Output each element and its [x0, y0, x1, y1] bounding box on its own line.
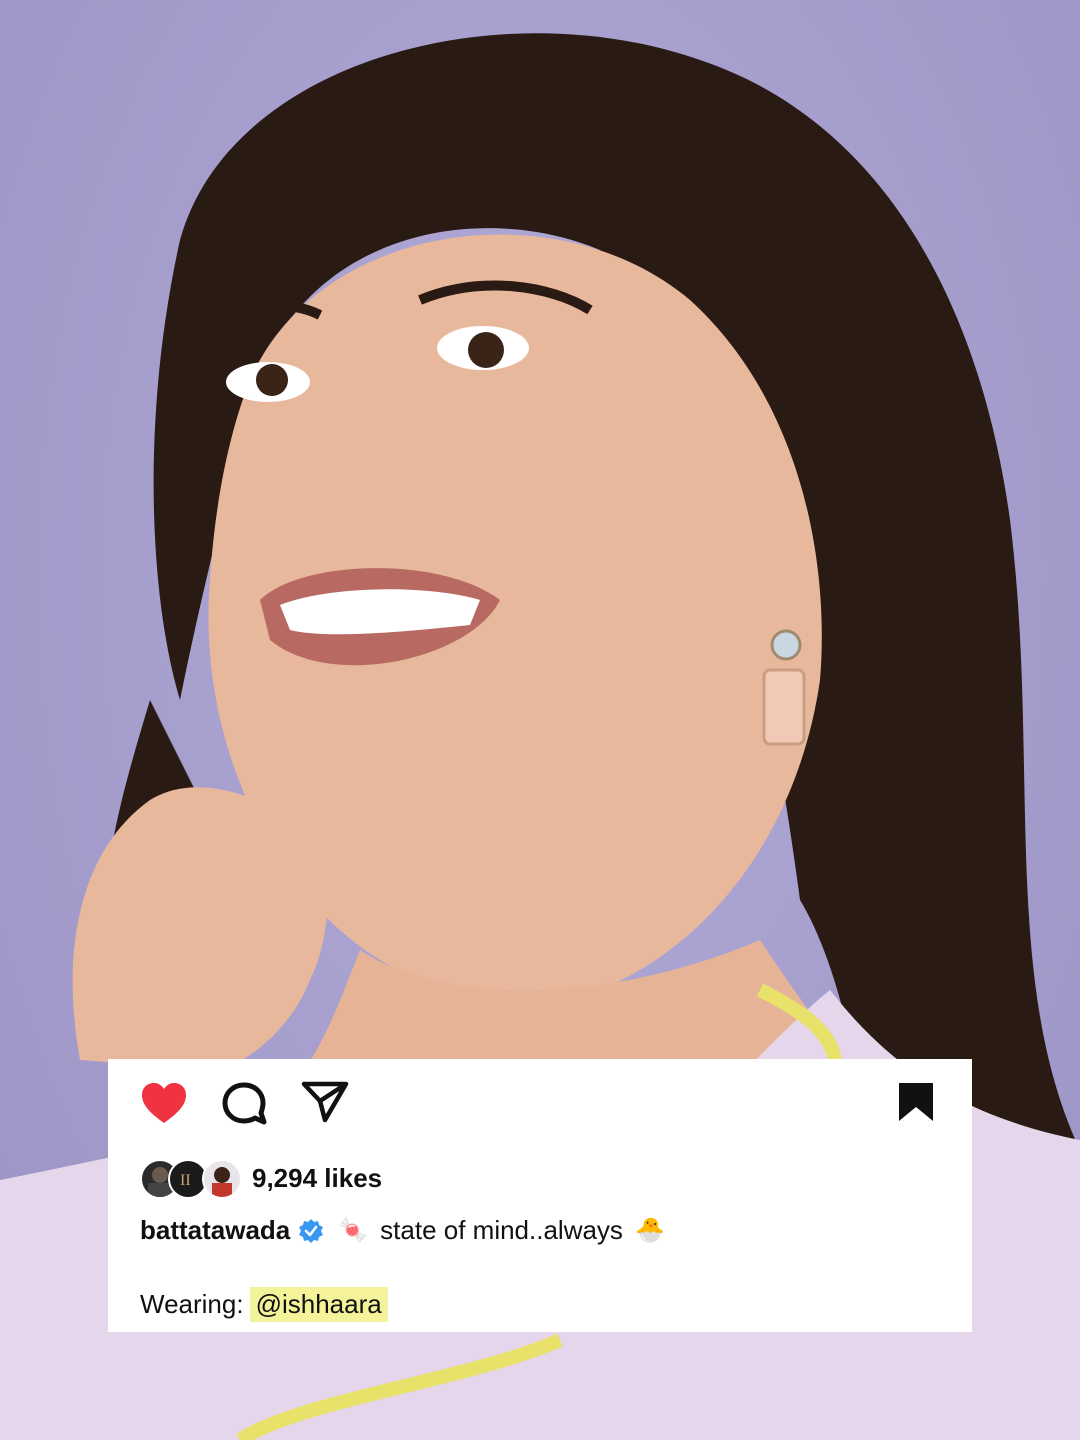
candy-emoji: 🍬: [338, 1217, 369, 1244]
likes-row[interactable]: II 9,294 likes: [140, 1157, 382, 1199]
caption-row: battatawada 🍬 state of mind..always 🐣: [140, 1215, 665, 1246]
chick-emoji: 🐣: [634, 1217, 665, 1244]
wearing-row: Wearing: @ishhaara: [140, 1287, 388, 1322]
heart-icon[interactable]: [140, 1081, 188, 1125]
verified-badge-icon: [299, 1218, 324, 1243]
svg-text:II: II: [180, 1172, 191, 1189]
liker-avatars: II: [140, 1157, 248, 1199]
bookmark-icon[interactable]: [896, 1081, 936, 1123]
mention-link[interactable]: @ishhaara: [249, 1287, 388, 1322]
action-bar: [108, 1059, 972, 1149]
post-card: II 9,294 likes battatawada 🍬 state of mi…: [108, 1059, 972, 1332]
username[interactable]: battatawada: [140, 1215, 290, 1246]
caption-text: state of mind..always: [380, 1215, 623, 1245]
send-icon[interactable]: [300, 1079, 350, 1125]
comment-icon[interactable]: [220, 1081, 268, 1127]
wearing-label: Wearing:: [140, 1289, 244, 1319]
avatar: [202, 1159, 242, 1199]
likes-count[interactable]: 9,294 likes: [252, 1163, 382, 1194]
